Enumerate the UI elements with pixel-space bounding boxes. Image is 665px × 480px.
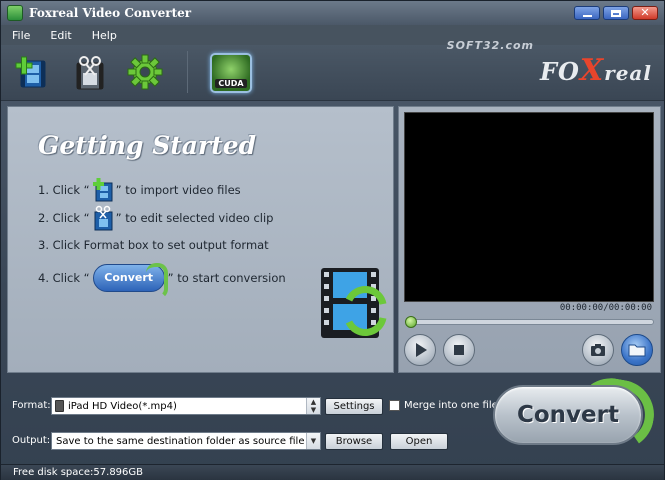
cuda-label: CUDA [215,79,247,88]
toolbar: CUDA FOXreal [1,45,664,101]
spin-arrows-icon[interactable]: ▲ ▼ [306,398,320,414]
window-controls: ✕ [574,6,658,20]
minimize-button[interactable] [574,6,600,20]
open-button[interactable]: Open [390,433,448,450]
settings-button[interactable] [126,53,164,91]
add-video-button[interactable] [13,53,51,91]
step-3: 3. Click Format box to set output format [38,238,269,252]
play-icon [416,343,427,357]
ipad-icon [55,400,64,412]
format-select[interactable]: iPad HD Video(*.mp4) ▲ ▼ [51,397,321,415]
merge-label: Merge into one file [404,400,498,411]
close-button[interactable]: ✕ [632,6,658,20]
convert-button[interactable]: Convert [493,385,643,445]
stop-button[interactable] [443,334,475,366]
step-2: 2. Click “ ” to edit selected video clip [38,205,273,231]
app-icon [7,5,23,21]
menu-bar: File Edit Help [1,25,664,45]
folder-icon [628,344,646,357]
toolbar-separator [187,51,188,93]
stop-icon [454,345,464,355]
foxreal-logo: FOXreal [539,53,652,88]
getting-started-title: Getting Started [38,131,257,160]
format-value: iPad HD Video(*.mp4) [68,400,177,412]
preview-panel: 00:00:00/00:00:00 [398,106,661,373]
edit-clip-icon [94,205,113,231]
video-preview-screen [404,112,654,302]
getting-started-panel: Getting Started 1. Click “ ” to import v… [7,106,394,373]
step-1: 1. Click “ ” to import video files [38,177,241,203]
film-convert-icon [321,268,387,338]
convert-mini-icon: Convert [92,263,168,299]
settings-gear-icon [127,54,163,90]
add-video-icon [92,178,113,202]
browse-button[interactable]: Browse [325,433,383,450]
menu-edit[interactable]: Edit [41,29,80,42]
watermark: SOFT32.com [446,39,534,52]
app-window: Foxreal Video Converter ✕ File Edit Help [0,0,665,480]
output-label: Output: [12,435,51,446]
status-bar: Free disk space:57.896GB [1,464,664,480]
output-select[interactable]: Save to the same destination folder as s… [51,432,321,450]
open-folder-button[interactable] [621,334,653,366]
step-4: 4. Click “ Convert ” to start conversion [38,263,286,299]
maximize-button[interactable] [603,6,629,20]
close-icon: ✕ [640,6,650,19]
seek-slider[interactable] [405,316,654,328]
menu-help[interactable]: Help [83,29,126,42]
edit-clip-button[interactable] [71,53,109,91]
play-button[interactable] [404,334,436,366]
merge-checkbox[interactable] [389,400,400,411]
time-display: 00:00:00/00:00:00 [559,303,652,313]
menu-file[interactable]: File [3,29,39,42]
window-title: Foxreal Video Converter [29,6,192,20]
title-bar: Foxreal Video Converter ✕ [1,1,664,25]
output-value: Save to the same destination folder as s… [56,435,305,447]
format-label: Format: [12,400,51,411]
settings-button-format[interactable]: Settings [325,398,383,415]
cuda-button[interactable]: CUDA [210,53,252,93]
chevron-down-icon[interactable]: ▼ [306,433,320,449]
seek-slider-knob[interactable] [405,316,417,328]
camera-icon [591,344,605,356]
add-video-icon [15,56,46,88]
edit-clip-icon [76,56,104,90]
snapshot-button[interactable] [582,334,614,366]
